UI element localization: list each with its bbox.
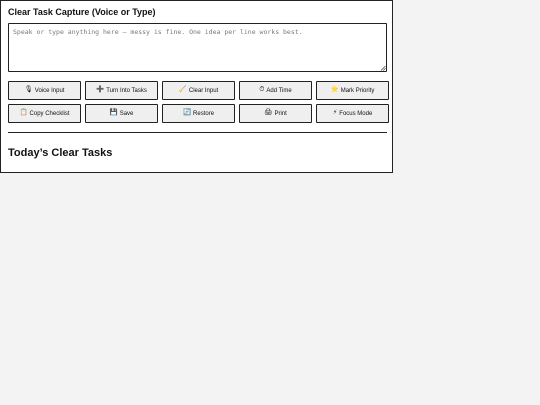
star-icon: ⭐ (330, 86, 339, 94)
action-buttons-row-1: 🎙 Voice Input ➕ Turn Into Tasks 🧹 Clear … (8, 81, 389, 100)
floppy-disk-icon: 💾 (109, 109, 118, 117)
action-buttons-row-2: 📋 Copy Checklist 💾 Save 🔄 Restore 🖨 Prin… (8, 104, 389, 123)
print-button[interactable]: 🖨 Print (239, 104, 312, 123)
button-label: Restore (193, 110, 215, 117)
microphone-icon: 🎙 (24, 86, 33, 94)
clipboard-icon: 📋 (19, 109, 28, 117)
button-label: Save (119, 110, 134, 117)
refresh-icon: 🔄 (182, 109, 192, 117)
resize-grip-icon[interactable] (380, 65, 386, 71)
plus-icon: ➕ (96, 86, 105, 94)
broom-icon: 🧹 (178, 86, 187, 94)
clear-input-button[interactable]: 🧹 Clear Input (162, 81, 235, 100)
restore-button[interactable]: 🔄 Restore (162, 104, 235, 123)
button-label: Focus Mode (339, 110, 373, 117)
button-label: Voice Input (34, 87, 65, 94)
focus-mode-button[interactable]: ⚡ Focus Mode (316, 104, 389, 123)
tasks-heading: Today’s Clear Tasks (8, 147, 113, 159)
mark-priority-button[interactable]: ⭐ Mark Priority (316, 81, 389, 100)
capture-title: Clear Task Capture (Voice or Type) (8, 7, 156, 17)
task-input[interactable] (8, 23, 387, 72)
button-label: Print (274, 110, 287, 117)
printer-icon: 🖨 (264, 109, 273, 117)
save-button[interactable]: 💾 Save (85, 104, 158, 123)
button-label: Clear Input (188, 87, 219, 94)
voice-input-button[interactable]: 🎙 Voice Input (8, 81, 81, 100)
stopwatch-icon: ⏱ (259, 86, 265, 94)
button-label: Add Time (266, 87, 292, 94)
button-label: Mark Priority (340, 87, 375, 94)
turn-into-tasks-button[interactable]: ➕ Turn Into Tasks (85, 81, 158, 100)
copy-checklist-button[interactable]: 📋 Copy Checklist (8, 104, 81, 123)
button-label: Turn Into Tasks (106, 87, 147, 94)
button-label: Copy Checklist (29, 110, 70, 117)
section-divider (8, 132, 387, 133)
lightning-icon: ⚡ (332, 109, 338, 117)
add-time-button[interactable]: ⏱ Add Time (239, 81, 312, 100)
task-capture-panel: Clear Task Capture (Voice or Type) 🎙 Voi… (0, 0, 393, 173)
